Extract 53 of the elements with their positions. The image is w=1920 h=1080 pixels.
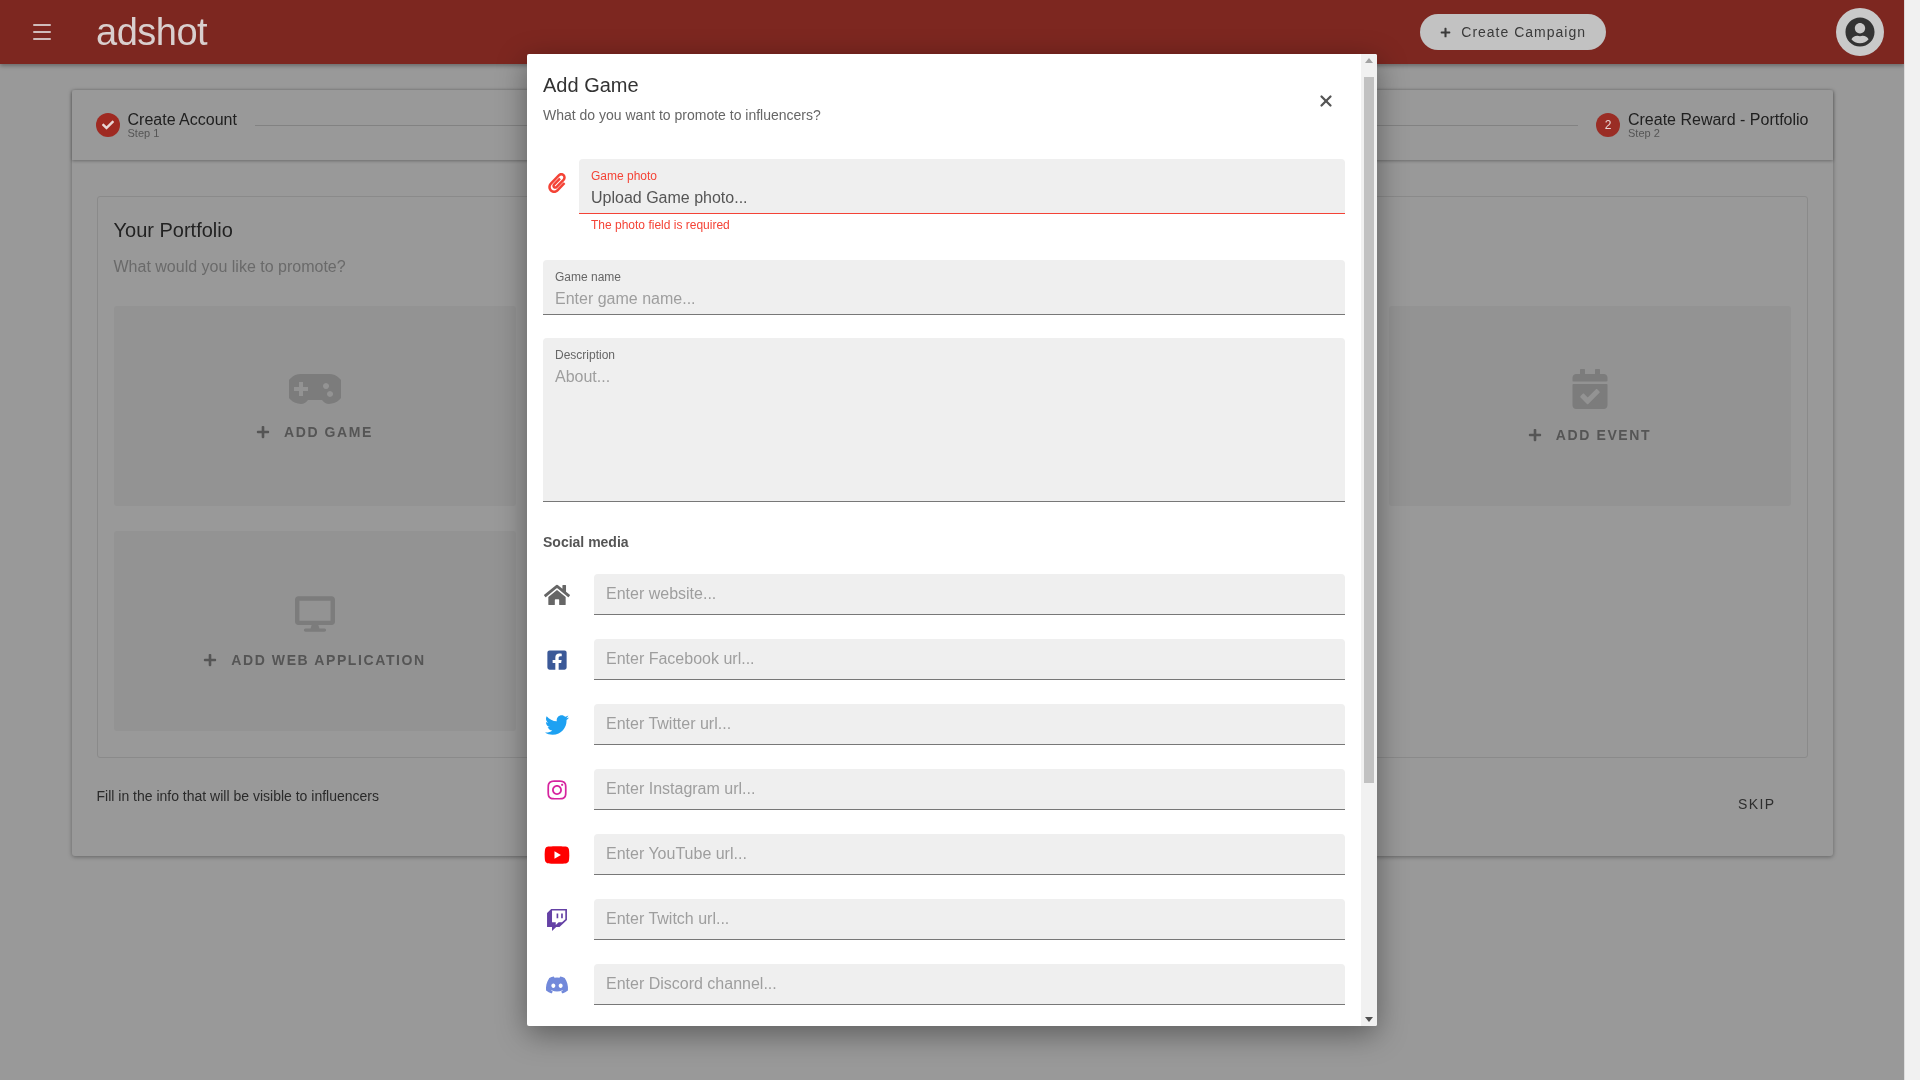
twitch-icon <box>546 908 568 931</box>
plus-icon <box>256 425 270 439</box>
twitter-input[interactable]: Enter Twitter url... <box>606 715 1333 733</box>
plus-icon <box>1527 428 1542 442</box>
avatar[interactable] <box>1836 8 1884 56</box>
create-campaign-button[interactable]: Create Campaign <box>1420 14 1606 50</box>
step-caption: Step 2 <box>1628 127 1661 139</box>
tile-label: ADD EVENT <box>1555 427 1652 443</box>
discord-input[interactable]: Enter Discord channel... <box>606 975 1333 993</box>
instagram-field[interactable]: Enter Instagram url... <box>594 769 1345 810</box>
facebook-icon <box>546 648 568 671</box>
twitch-input[interactable]: Enter Twitch url... <box>606 910 1333 928</box>
twitter-icon <box>545 712 569 737</box>
step-caption: Step 1 <box>127 127 161 139</box>
game-name-field[interactable]: Game name Enter game name... <box>543 260 1345 315</box>
logo: adshot <box>96 10 208 54</box>
tile-label: ADD WEB APPLICATION <box>231 652 426 668</box>
add-web-application-tile[interactable]: ADD WEB APPLICATION <box>113 531 516 731</box>
social-media-heading: Social media <box>543 534 630 550</box>
game-name-input[interactable]: Enter game name... <box>555 290 1333 308</box>
game-photo-field[interactable]: Game photo Upload Game photo... <box>579 159 1345 214</box>
add-event-tile[interactable]: ADD EVENT <box>1388 306 1791 506</box>
facebook-field[interactable]: Enter Facebook url... <box>594 639 1345 680</box>
website-field[interactable]: Enter website... <box>594 574 1345 615</box>
facebook-input[interactable]: Enter Facebook url... <box>606 650 1333 668</box>
twitch-field[interactable]: Enter Twitch url... <box>594 899 1345 940</box>
discord-field[interactable]: Enter Discord channel... <box>594 964 1345 1005</box>
game-photo-input[interactable]: Upload Game photo... <box>591 189 1333 207</box>
instagram-icon <box>546 778 568 801</box>
plus-icon <box>1440 26 1452 38</box>
info-note: Fill in the info that will be visible to influencers <box>96 788 379 804</box>
website-input[interactable]: Enter website... <box>606 585 1333 603</box>
window-scrollbar[interactable] <box>1904 0 1920 1080</box>
tile-label: ADD GAME <box>284 424 373 440</box>
error-message: The photo field is required <box>591 218 731 232</box>
step-number: 2 <box>1596 113 1620 137</box>
step-title: Create Account <box>127 111 237 128</box>
paperclip-icon[interactable] <box>547 173 567 193</box>
youtube-input[interactable]: Enter YouTube url... <box>606 845 1333 863</box>
portfolio-title: Your Portfolio <box>113 219 233 242</box>
description-input[interactable]: About... <box>555 368 1333 488</box>
youtube-field[interactable]: Enter YouTube url... <box>594 834 1345 875</box>
description-field[interactable]: Description About... <box>543 338 1345 502</box>
add-game-tile[interactable]: ADD GAME <box>113 306 516 506</box>
skip-button[interactable]: SKIP <box>1726 786 1788 822</box>
dialog-scrollbar[interactable] <box>1361 54 1377 1026</box>
step-title: Create Reward - Portfolio <box>1628 111 1809 128</box>
instagram-input[interactable]: Enter Instagram url... <box>606 780 1333 798</box>
dialog-title: Add Game <box>543 74 640 97</box>
twitter-field[interactable]: Enter Twitter url... <box>594 704 1345 745</box>
plus-icon <box>203 653 218 667</box>
close-icon <box>1317 92 1335 110</box>
dialog-subtitle: What do you want to promote to influencers? <box>543 107 821 123</box>
